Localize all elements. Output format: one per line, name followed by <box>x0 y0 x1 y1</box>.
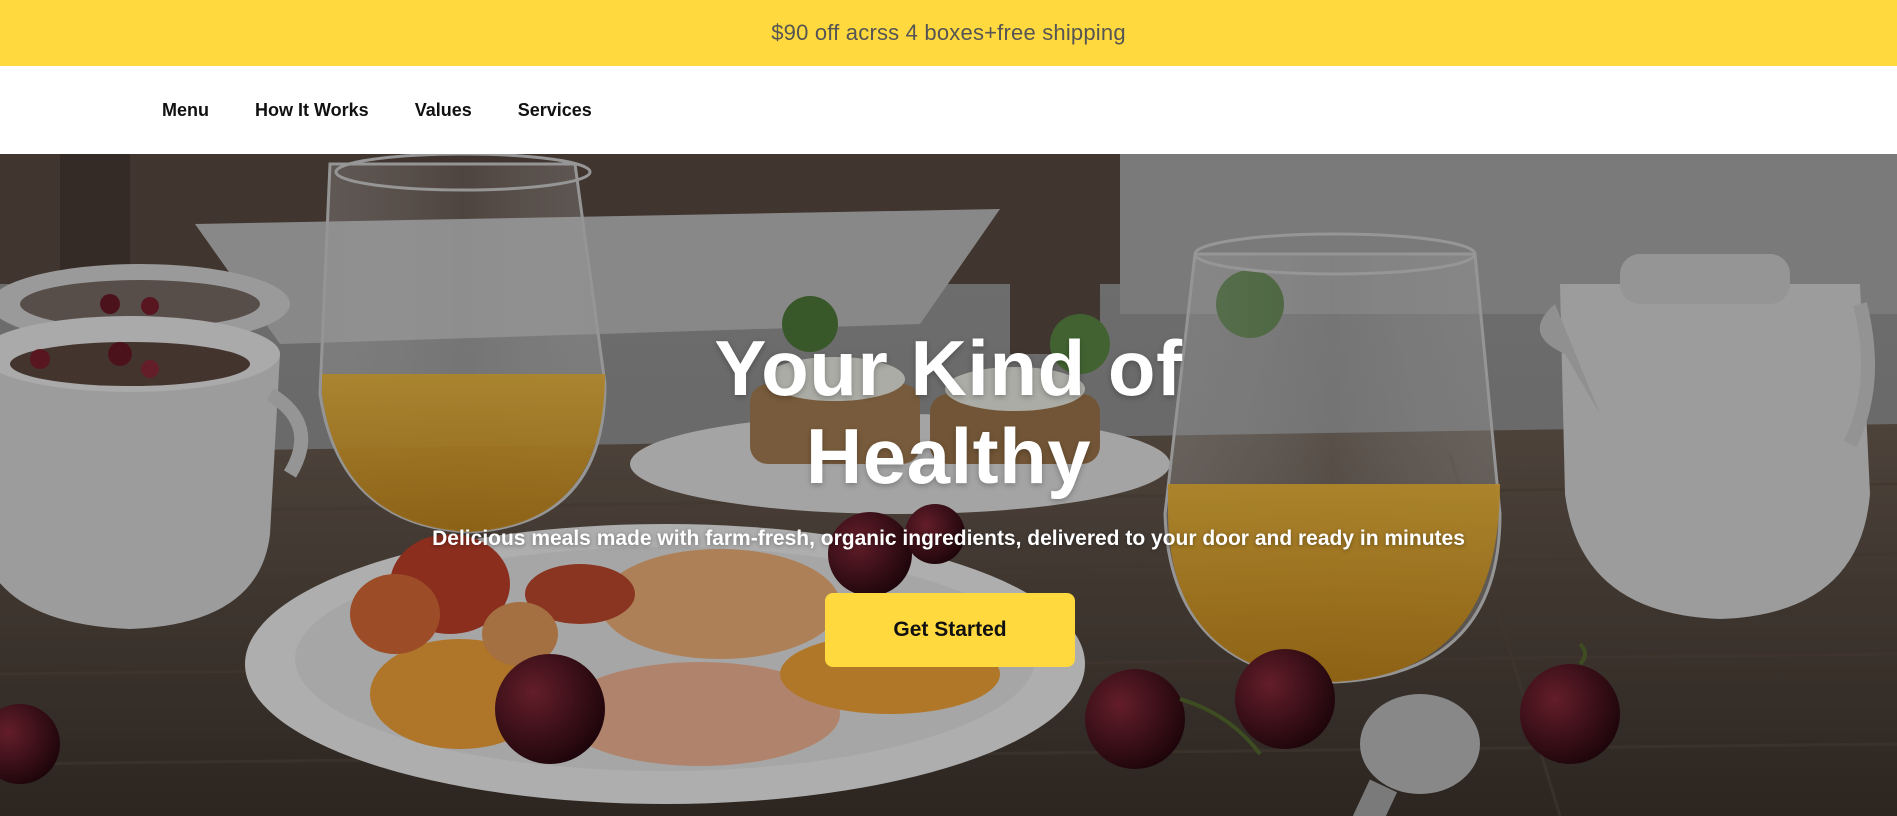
get-started-button[interactable]: Get Started <box>825 593 1075 667</box>
nav-link-how-it-works[interactable]: How It Works <box>255 100 369 121</box>
promo-text: $90 off acrss 4 boxes+free shipping <box>771 20 1126 45</box>
promo-banner: $90 off acrss 4 boxes+free shipping <box>0 0 1897 66</box>
nav-link-services[interactable]: Services <box>518 100 592 121</box>
hero-content: Your Kind of Healthy Delicious meals mad… <box>0 154 1897 816</box>
nav-link-values[interactable]: Values <box>415 100 472 121</box>
nav-menu: Menu How It Works Values Services <box>162 100 638 121</box>
hero-title: Your Kind of Healthy <box>0 324 1897 500</box>
main-navbar: Menu How It Works Values Services <box>0 66 1897 154</box>
hero-subtitle: Delicious meals made with farm-fresh, or… <box>432 527 1465 550</box>
nav-link-menu[interactable]: Menu <box>162 100 209 121</box>
hero-title-line-1: Your Kind of <box>714 324 1183 412</box>
hero-section: Your Kind of Healthy Delicious meals mad… <box>0 154 1897 816</box>
hero-title-line-2: Healthy <box>805 412 1092 500</box>
